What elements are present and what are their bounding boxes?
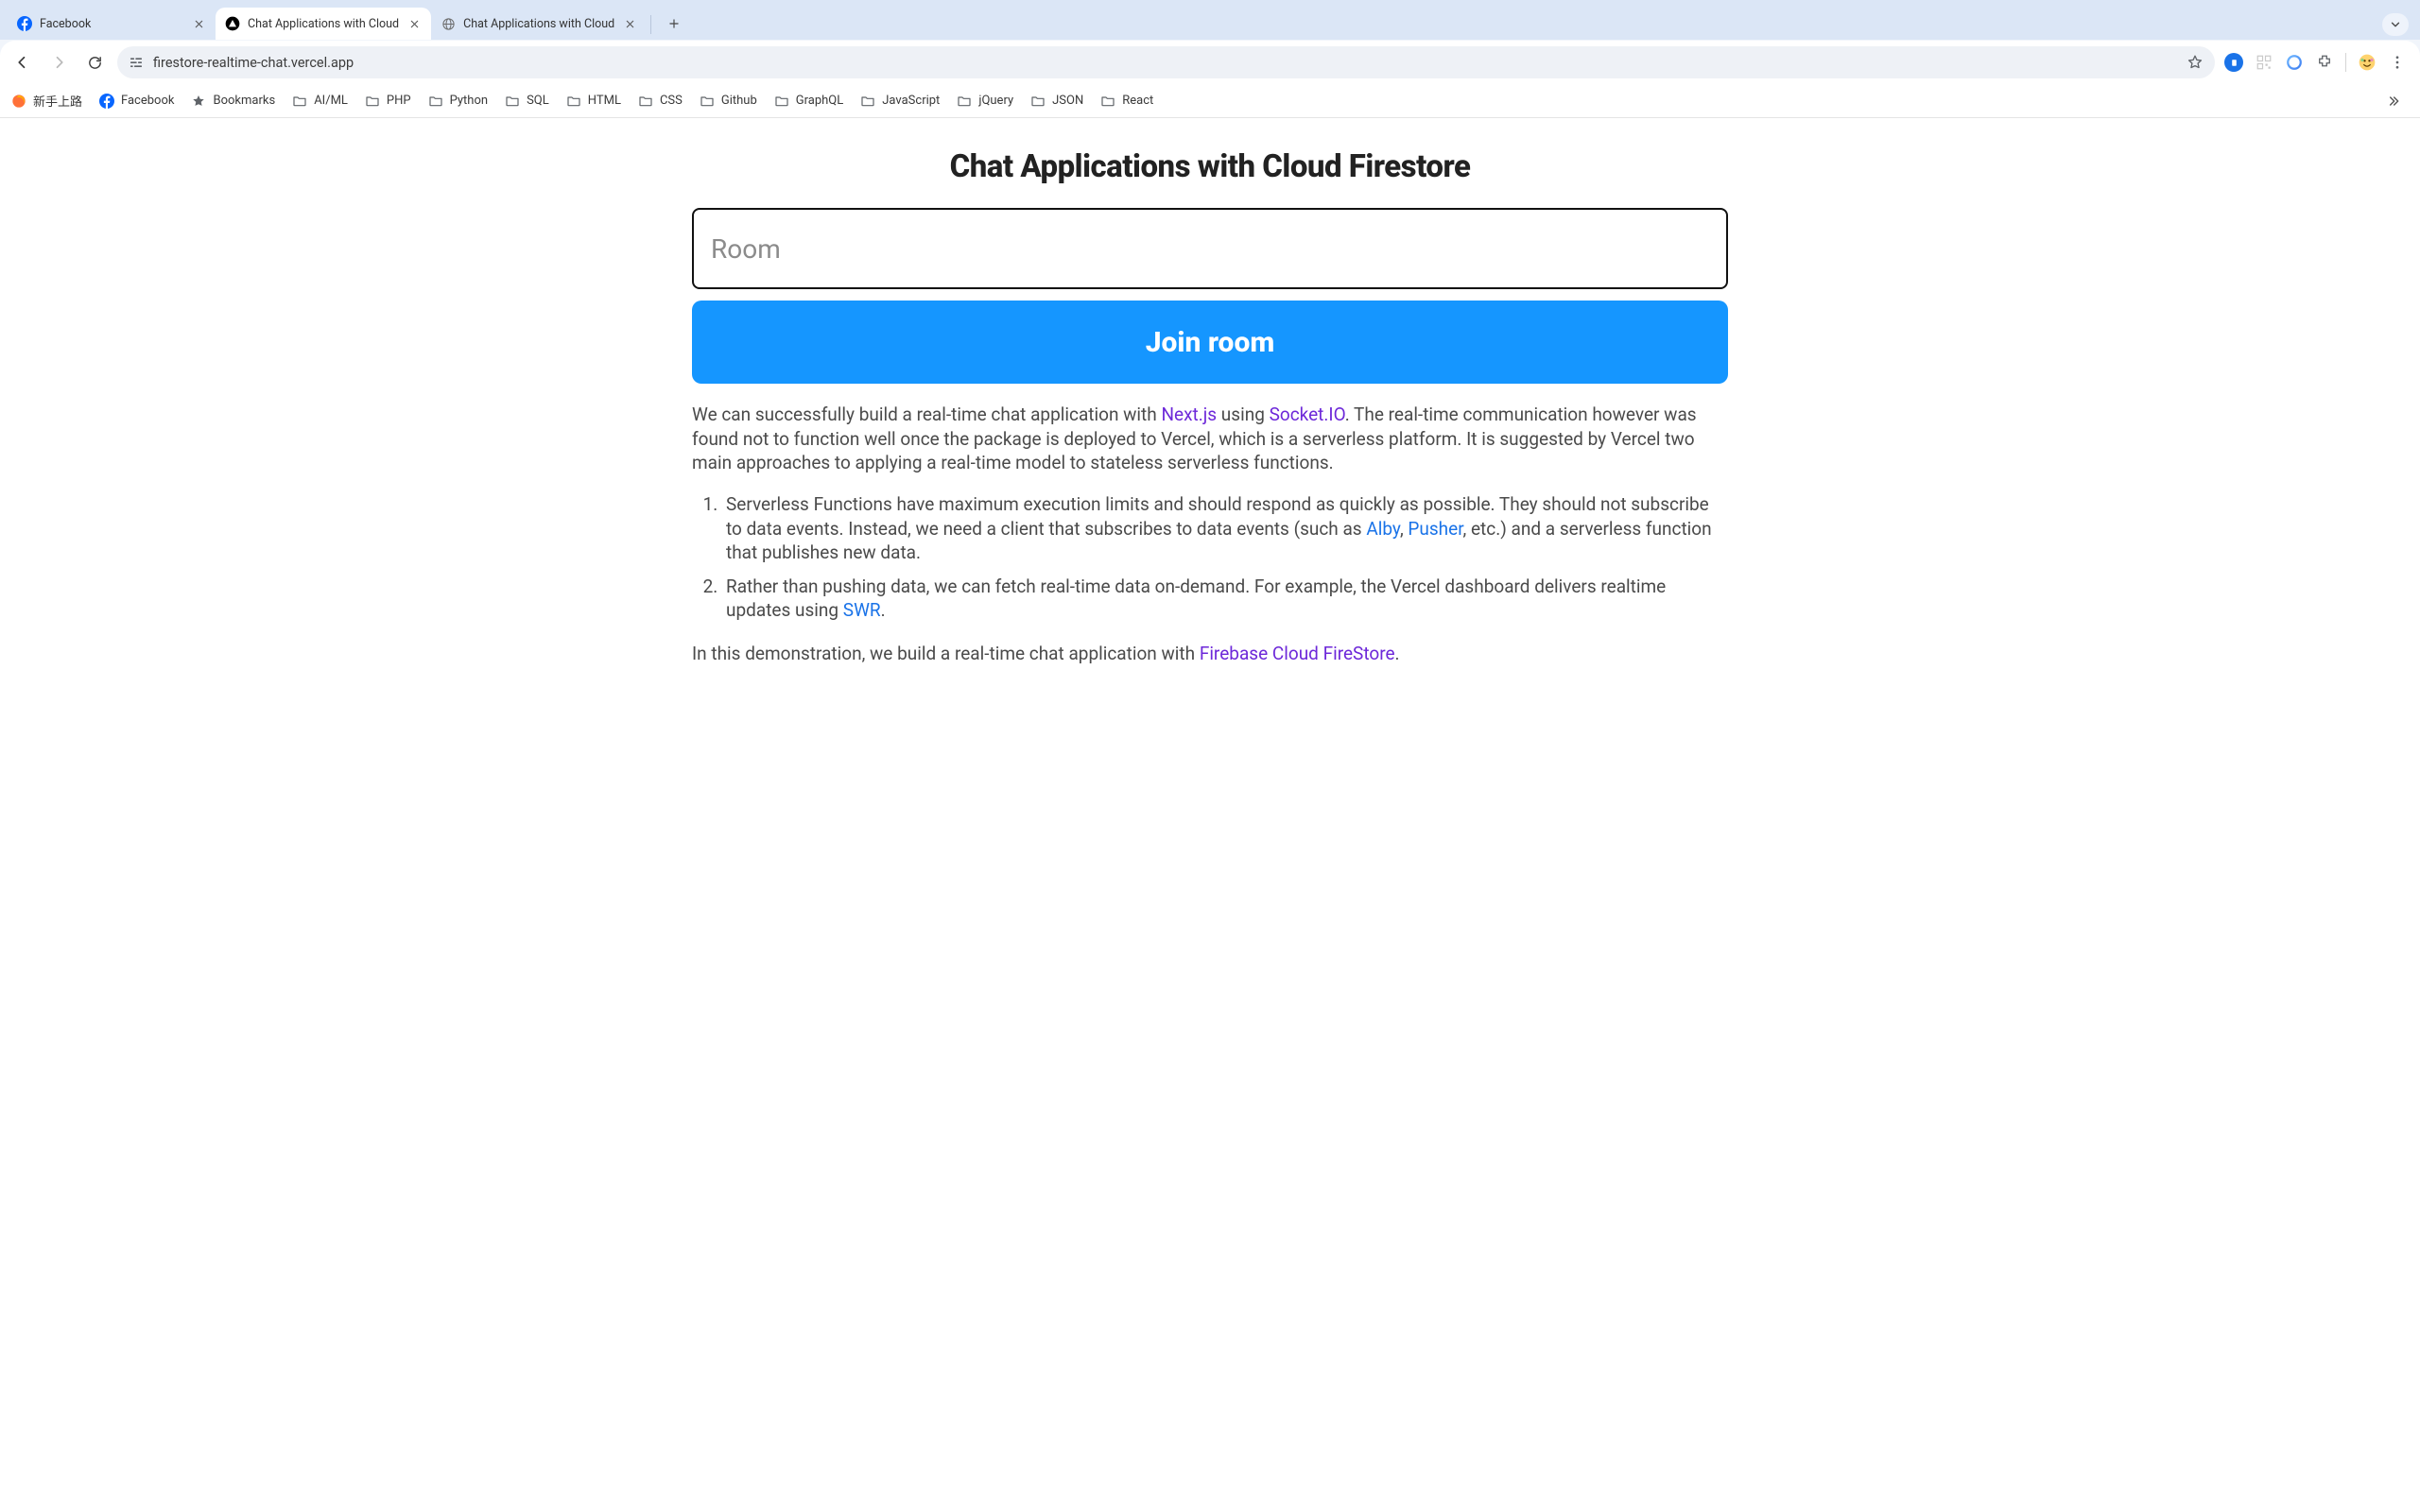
link-firestore[interactable]: Firebase Cloud FireStore (1200, 643, 1395, 664)
extensions-icon[interactable] (2315, 53, 2334, 72)
tabs-dropdown[interactable] (2382, 13, 2409, 36)
bookmark-label: JSON (1052, 94, 1083, 108)
bookmark-label: React (1122, 94, 1153, 108)
bookmark-item[interactable]: JSON (1030, 94, 1083, 109)
kebab-menu-icon[interactable] (2388, 53, 2407, 72)
tab-separator (650, 15, 651, 34)
bookmark-item[interactable]: CSS (638, 94, 683, 109)
folder-icon (860, 94, 875, 109)
folder-icon (1030, 94, 1046, 109)
opera-icon[interactable] (2285, 53, 2304, 72)
bookmark-label: AI/ML (314, 94, 348, 108)
browser-chrome: Facebook Chat Applications with Cloud Ch… (0, 0, 2420, 118)
profile-avatar[interactable] (2358, 53, 2377, 72)
list-item: Rather than pushing data, we can fetch r… (722, 575, 1728, 623)
forward-button[interactable] (45, 49, 72, 76)
bookmark-label: JavaScript (882, 94, 940, 108)
facebook-icon (99, 94, 114, 109)
intro-paragraph: We can successfully build a real-time ch… (692, 403, 1728, 475)
bookmark-label: CSS (660, 94, 683, 108)
bookmark-item[interactable]: 新手上路 (11, 92, 82, 110)
bookmark-label: Python (450, 94, 488, 108)
page-title: Chat Applications with Cloud Firestore (692, 148, 1728, 185)
bookmark-label: HTML (588, 94, 621, 108)
link-alby[interactable]: Alby (1366, 518, 1400, 540)
text: We can successfully build a real-time ch… (692, 404, 1161, 425)
link-swr[interactable]: SWR (843, 599, 881, 621)
folder-icon (638, 94, 653, 109)
tab-chat-app-active[interactable]: Chat Applications with Cloud (216, 8, 431, 40)
vercel-icon (225, 16, 240, 31)
text: In this demonstration, we build a real-t… (692, 643, 1200, 664)
folder-icon (957, 94, 972, 109)
folder-icon (428, 94, 443, 109)
tab-facebook[interactable]: Facebook (8, 8, 216, 40)
tab-title: Chat Applications with Cloud (248, 17, 399, 31)
bookmark-label: SQL (527, 94, 549, 108)
bookmark-item[interactable]: GraphQL (774, 94, 843, 109)
folder-icon (365, 94, 380, 109)
link-nextjs[interactable]: Next.js (1161, 404, 1217, 425)
bookmark-item[interactable]: Python (428, 94, 488, 109)
bookmark-item[interactable]: Facebook (99, 94, 174, 109)
bookmark-label: PHP (387, 94, 411, 108)
new-tab-button[interactable] (661, 10, 687, 37)
globe-icon (441, 16, 456, 31)
bookmark-item[interactable]: PHP (365, 94, 411, 109)
bookmarks-bar: 新手上路 Facebook Bookmarks AI/ML PHP Python SQL HT… (0, 84, 2420, 118)
folder-icon (700, 94, 715, 109)
text: . (1395, 643, 1400, 664)
approach-list: Serverless Functions have maximum execut… (722, 492, 1728, 623)
bookmark-label: Bookmarks (213, 94, 275, 108)
tab-title: Chat Applications with Cloud (463, 17, 614, 31)
bookmark-item[interactable]: SQL (505, 94, 549, 109)
page-content: Chat Applications with Cloud Firestore J… (681, 118, 1739, 704)
folder-icon (505, 94, 520, 109)
tab-title: Facebook (40, 17, 183, 31)
qr-icon[interactable] (2255, 53, 2273, 72)
bookmark-label: Facebook (121, 94, 174, 108)
close-icon[interactable] (406, 16, 422, 31)
join-room-button[interactable]: Join room (692, 301, 1728, 384)
link-socketio[interactable]: Socket.IO (1270, 404, 1345, 425)
back-button[interactable] (9, 49, 36, 76)
toolbar-divider (2345, 53, 2346, 72)
tab-chat-app-2[interactable]: Chat Applications with Cloud (431, 8, 647, 40)
bookmark-item[interactable]: AI/ML (292, 94, 348, 109)
folder-icon (774, 94, 789, 109)
text: . (881, 599, 886, 621)
close-icon[interactable] (191, 16, 206, 31)
nav-toolbar: firestore-realtime-chat.vercel.app (0, 41, 2420, 84)
omnibox-url: firestore-realtime-chat.vercel.app (153, 55, 2177, 71)
tab-strip: Facebook Chat Applications with Cloud Ch… (0, 0, 2420, 40)
folder-icon (566, 94, 581, 109)
outro-paragraph: In this demonstration, we build a real-t… (692, 642, 1728, 666)
bookmark-label: 新手上路 (33, 92, 82, 110)
reader-icon[interactable] (2224, 53, 2243, 72)
firefox-icon (11, 94, 26, 109)
link-pusher[interactable]: Pusher (1408, 518, 1462, 540)
text: using (1217, 404, 1270, 425)
bookmark-label: jQuery (978, 94, 1013, 108)
bookmark-item[interactable]: HTML (566, 94, 621, 109)
reload-button[interactable] (81, 49, 108, 76)
bookmark-item[interactable]: React (1100, 94, 1153, 109)
site-controls-icon[interactable] (129, 55, 144, 70)
folder-icon (292, 94, 307, 109)
bookmark-label: Github (721, 94, 757, 108)
list-item: Serverless Functions have maximum execut… (722, 492, 1728, 565)
star-icon (191, 94, 206, 109)
bookmark-star-icon[interactable] (2187, 54, 2204, 71)
room-input[interactable] (692, 208, 1728, 289)
bookmark-item[interactable]: Bookmarks (191, 94, 275, 109)
bookmarks-overflow-icon[interactable] (2386, 94, 2409, 109)
bookmark-item[interactable]: jQuery (957, 94, 1013, 109)
bookmark-label: GraphQL (796, 94, 843, 108)
folder-icon (1100, 94, 1115, 109)
close-icon[interactable] (622, 16, 637, 31)
facebook-icon (17, 16, 32, 31)
bookmark-item[interactable]: JavaScript (860, 94, 940, 109)
bookmark-item[interactable]: Github (700, 94, 757, 109)
omnibox[interactable]: firestore-realtime-chat.vercel.app (117, 46, 2215, 78)
